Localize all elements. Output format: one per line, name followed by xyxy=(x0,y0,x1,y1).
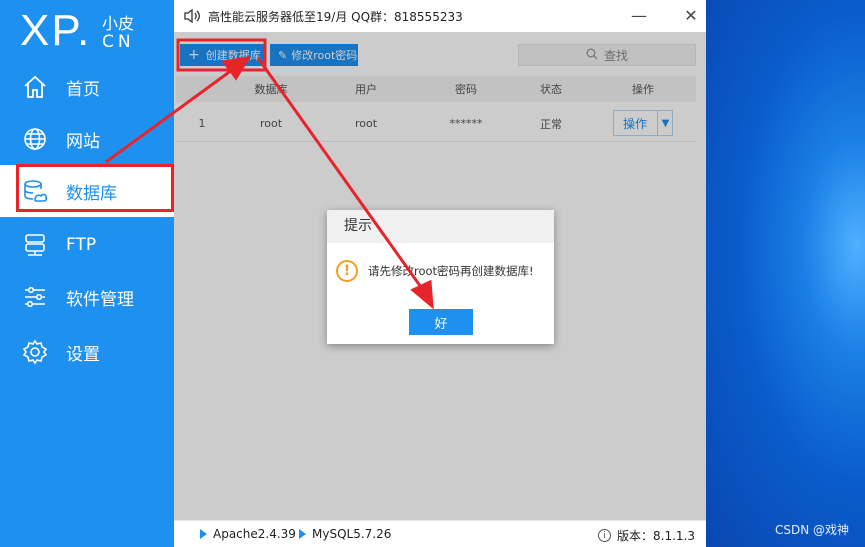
play-icon xyxy=(299,529,306,539)
version-info: i 版本：8.1.1.3 xyxy=(598,527,695,544)
sidebar-item-label: 首页 xyxy=(66,79,100,100)
minimize-button[interactable]: — xyxy=(629,6,649,26)
version-label: 版本：8.1.1.3 xyxy=(617,529,695,543)
info-icon: i xyxy=(598,529,611,542)
annotation-box-database-nav xyxy=(16,164,174,212)
desktop-background: CSDN @戏神 xyxy=(706,0,865,547)
sidebar-item-label: FTP xyxy=(66,235,97,255)
close-button[interactable]: ✕ xyxy=(681,6,701,26)
home-icon xyxy=(22,74,48,100)
status-bar: Apache2.4.39 MySQL5.7.26 i 版本：8.1.1.3 xyxy=(174,520,706,547)
dialog-message: 请先修改root密码再创建数据库! xyxy=(368,264,534,278)
sidebar: XP. 小皮 CN 首页 网站 数据库 FTP 软件管理 设置 xyxy=(0,0,174,547)
warning-icon: ! xyxy=(336,260,358,282)
sidebar-item-software[interactable]: 软件管理 xyxy=(0,271,174,323)
speaker-icon xyxy=(184,8,200,24)
sidebar-item-home[interactable]: 首页 xyxy=(0,61,174,113)
app-window: XP. 小皮 CN 首页 网站 数据库 FTP 软件管理 设置 高性能云服务器低… xyxy=(0,0,706,547)
sidebar-item-settings[interactable]: 设置 xyxy=(0,326,174,378)
gear-icon xyxy=(22,339,48,365)
logo-brand: XP. xyxy=(20,6,92,55)
alert-dialog: 提示 ! 请先修改root密码再创建数据库! 好 xyxy=(327,210,554,344)
sidebar-item-label: 设置 xyxy=(66,344,100,365)
sidebar-item-label: 网站 xyxy=(66,131,100,152)
logo-cn: CN xyxy=(102,32,135,52)
ftp-server-icon xyxy=(22,232,48,258)
logo-small: 小皮 xyxy=(102,14,135,33)
apache-status[interactable]: Apache2.4.39 xyxy=(200,527,296,541)
ok-button[interactable]: 好 xyxy=(409,309,473,335)
dialog-title: 提示 xyxy=(327,210,554,243)
watermark: CSDN @戏神 xyxy=(774,523,849,537)
globe-icon xyxy=(22,126,48,152)
mysql-status[interactable]: MySQL5.7.26 xyxy=(299,527,391,541)
apache-label: Apache2.4.39 xyxy=(213,527,296,541)
sidebar-item-website[interactable]: 网站 xyxy=(0,113,174,165)
sidebar-item-label: 软件管理 xyxy=(66,289,134,310)
play-icon xyxy=(200,529,207,539)
sliders-icon xyxy=(22,284,48,310)
mysql-label: MySQL5.7.26 xyxy=(312,527,392,541)
notice-text: 高性能云服务器低至19/月 QQ群：818555233 xyxy=(208,9,463,24)
sidebar-item-ftp[interactable]: FTP xyxy=(0,219,174,271)
title-bar: 高性能云服务器低至19/月 QQ群：818555233 — ✕ xyxy=(174,0,706,32)
